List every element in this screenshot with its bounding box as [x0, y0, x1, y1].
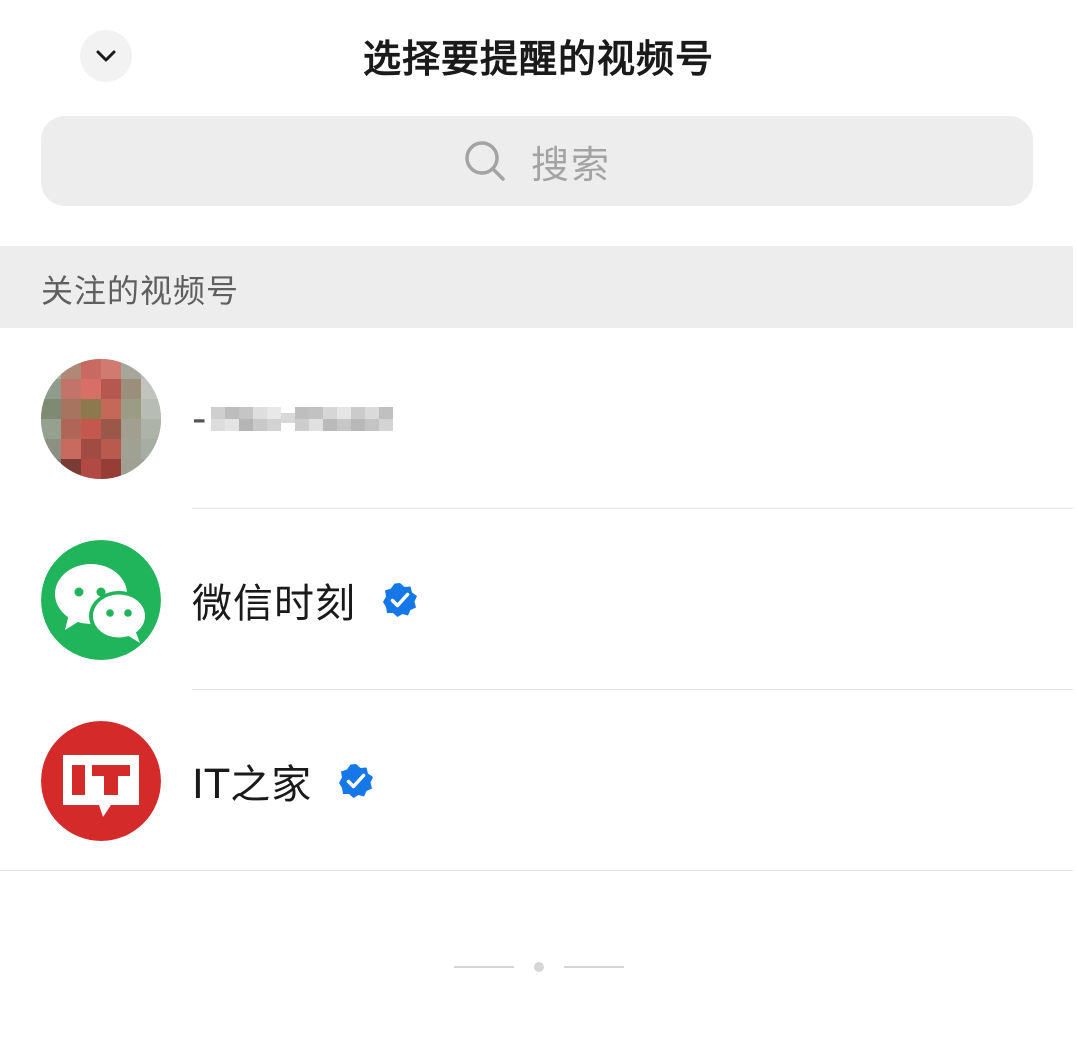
- verified-badge-icon: [383, 583, 417, 617]
- blurred-photo-avatar: [41, 359, 161, 479]
- page-title: 选择要提醒的视频号: [362, 37, 714, 81]
- list-item-account-1[interactable]: -: [0, 329, 1073, 509]
- section-title: 关注的视频号: [41, 272, 240, 310]
- pager-line-left: [453, 966, 514, 968]
- row-divider: [192, 689, 1073, 690]
- search-icon: [465, 141, 505, 181]
- avatar: [41, 540, 161, 660]
- account-name: -: [192, 396, 208, 442]
- avatar: [41, 359, 161, 479]
- pager-line-right: [563, 966, 624, 968]
- ithome-logo-icon: [41, 721, 161, 841]
- search-input[interactable]: 搜索: [41, 116, 1033, 206]
- sheet-header: 选择要提醒的视频号: [0, 0, 1077, 110]
- page-indicator: [0, 958, 1077, 976]
- reminder-sheet: 选择要提醒的视频号 搜索 关注的视频号 - 微信时刻 IT之家: [0, 0, 1077, 1043]
- account-name-container: IT之家: [192, 691, 374, 871]
- section-header: 关注的视频号: [0, 246, 1073, 328]
- row-divider: [192, 508, 1073, 509]
- row-divider: [0, 870, 1073, 871]
- list-item-account-3[interactable]: IT之家: [0, 691, 1073, 871]
- search-placeholder: 搜索: [530, 142, 611, 187]
- account-name: 微信时刻: [192, 581, 356, 627]
- name-mosaic: [211, 407, 394, 431]
- avatar: [41, 721, 161, 841]
- account-name-obscured: -: [192, 329, 396, 509]
- list-item-account-2[interactable]: 微信时刻: [0, 510, 1073, 690]
- wechat-logo-icon: [41, 540, 161, 660]
- verified-badge-icon: [339, 764, 374, 798]
- account-name-container: 微信时刻: [192, 510, 418, 690]
- account-name: IT之家: [192, 762, 313, 808]
- pager-dot: [533, 962, 544, 972]
